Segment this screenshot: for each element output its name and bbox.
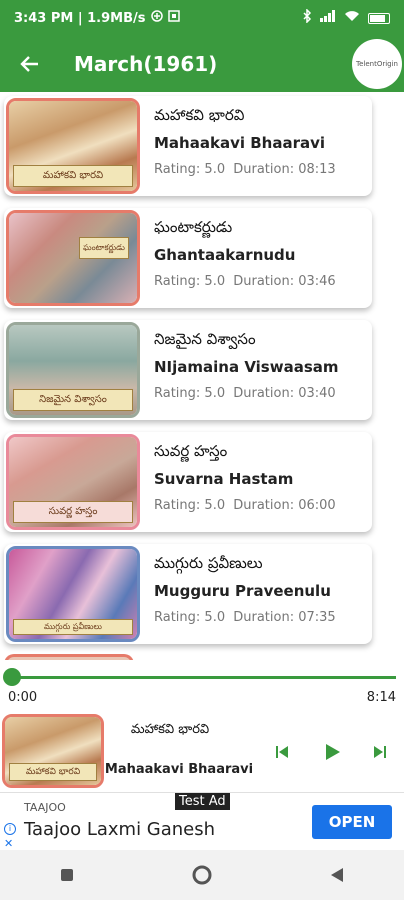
logo-text: TelentOrigin	[356, 60, 398, 68]
story-title-telugu: సువర్ణ హస్తం	[154, 442, 228, 460]
story-rating: Rating: 5.0	[154, 498, 226, 513]
story-rating: Rating: 5.0	[154, 610, 226, 625]
story-title-english: Mugguru Praveenulu	[154, 582, 331, 600]
story-title-english: Suvarna Hastam	[154, 470, 294, 488]
app-logo: TelentOrigin	[352, 39, 402, 89]
mini-player: మహాకవి భారవి మహాకవి భారవి Mahaakavi Bhaa…	[0, 712, 404, 792]
story-thumbnail: ముగ్గురు ప్రవీణులు	[6, 546, 140, 642]
story-card[interactable]: నిజమైన విశ్వాసం నిజమైన విశ్వాసం NIjamain…	[4, 320, 372, 420]
story-card[interactable]: ఘంటాకర్ణుడు ఘంటాకర్ణుడు Ghantaakarnudu R…	[4, 208, 372, 308]
story-thumbnail: నిజమైన విశ్వాసం	[6, 322, 140, 418]
ad-info-icon[interactable]: i	[4, 823, 16, 835]
seek-thumb[interactable]	[3, 668, 21, 686]
story-duration: Duration: 03:46	[233, 274, 336, 289]
ad-tag: Test Ad	[175, 793, 230, 810]
story-title-english: Mahaakavi Bhaaravi	[154, 134, 326, 152]
status-time: 3:43 PM | 1.9MB/s	[14, 10, 146, 26]
thumbnail-caption: మహాకవి భారవి	[13, 165, 133, 187]
thumbnail-caption: సువర్ణ హస్తం	[13, 501, 133, 523]
seek-track[interactable]	[12, 676, 396, 679]
story-card[interactable]: మహాకవి భారవి మహాకవి భారవి Mahaakavi Bhaa…	[4, 96, 372, 196]
story-title-english: NIjamaina Viswaasam	[154, 358, 339, 376]
story-rating: Rating: 5.0	[154, 274, 226, 289]
story-card[interactable]: ముగ్గురు ప్రవీణులు ముగ్గురు ప్రవీణులు Mu…	[4, 544, 372, 644]
story-duration: Duration: 08:13	[233, 162, 336, 177]
player-title-english: Mahaakavi Bhaaravi	[104, 762, 254, 777]
story-duration: Duration: 06:00	[233, 498, 336, 513]
next-button[interactable]	[366, 738, 394, 766]
previous-button[interactable]	[268, 738, 296, 766]
status-bar: 3:43 PM | 1.9MB/s	[0, 0, 404, 36]
ad-brand: TAAJOO	[24, 801, 66, 814]
page-title: March(1961)	[74, 52, 218, 76]
story-thumbnail: సువర్ణ హస్తం	[6, 434, 140, 530]
elapsed-time: 0:00	[8, 690, 38, 705]
app-bar: March(1961) TelentOrigin	[0, 36, 404, 92]
ad-open-button[interactable]: OPEN	[312, 805, 392, 839]
battery-icon	[368, 12, 390, 24]
story-duration: Duration: 03:40	[233, 386, 336, 401]
story-title-telugu: నిజమైన విశ్వాసం	[154, 330, 256, 348]
thumbnail-caption: నిజమైన విశ్వాసం	[13, 389, 133, 411]
seek-bar[interactable]: 0:00 8:14	[0, 664, 404, 712]
story-title-telugu: ఘంటాకర్ణుడు	[154, 218, 233, 236]
signal-icon	[320, 10, 336, 26]
data-saver-icon	[150, 9, 164, 27]
play-icon	[326, 744, 340, 760]
square-icon	[61, 869, 74, 881]
story-title-telugu: మహాకవి భారవి	[154, 106, 245, 124]
story-list[interactable]: మహాకవి భారవి మహాకవి భారవి Mahaakavi Bhaa…	[0, 92, 404, 660]
thumbnail-caption: ఘంటాకర్ణుడు	[79, 237, 129, 259]
play-button[interactable]	[318, 738, 346, 766]
wifi-icon	[344, 10, 360, 26]
back-nav-button[interactable]	[317, 855, 357, 895]
story-rating: Rating: 5.0	[154, 386, 226, 401]
ad-banner[interactable]: Test Ad TAAJOO Taajoo Laxmi Ganesh i ✕ O…	[0, 792, 404, 850]
circle-icon	[192, 865, 212, 885]
player-title-telugu: మహాకవి భారవి	[130, 722, 210, 737]
player-thumbnail: మహాకవి భారవి	[2, 714, 104, 788]
total-time: 8:14	[366, 690, 396, 705]
thumbnail-caption: ముగ్గురు ప్రవీణులు	[13, 619, 133, 635]
story-thumbnail: ఘంటాకర్ణుడు	[6, 210, 140, 306]
story-title-english: Ghantaakarnudu	[154, 246, 296, 264]
story-duration: Duration: 07:35	[233, 610, 336, 625]
back-button[interactable]	[0, 36, 60, 92]
bluetooth-icon	[302, 8, 312, 27]
thumbnail-caption: మహాకవి భారవి	[9, 763, 97, 781]
system-nav-bar	[0, 850, 404, 900]
ad-close-icon[interactable]: ✕	[4, 837, 13, 850]
story-rating: Rating: 5.0	[154, 162, 226, 177]
story-thumbnail: మహాకవి భారవి	[6, 98, 140, 194]
recents-button[interactable]	[47, 855, 87, 895]
ad-title[interactable]: Taajoo Laxmi Ganesh	[24, 819, 215, 840]
story-title-telugu: ముగ్గురు ప్రవీణులు	[154, 554, 263, 572]
skip-previous-icon	[276, 746, 288, 758]
triangle-back-icon	[330, 868, 343, 882]
skip-next-icon	[374, 746, 386, 758]
story-card-partial[interactable]	[4, 654, 134, 660]
screenshot-icon	[167, 10, 180, 26]
story-card[interactable]: సువర్ణ హస్తం సువర్ణ హస్తం Suvarna Hastam…	[4, 432, 372, 532]
home-button[interactable]	[182, 855, 222, 895]
arrow-left-icon	[20, 56, 38, 72]
